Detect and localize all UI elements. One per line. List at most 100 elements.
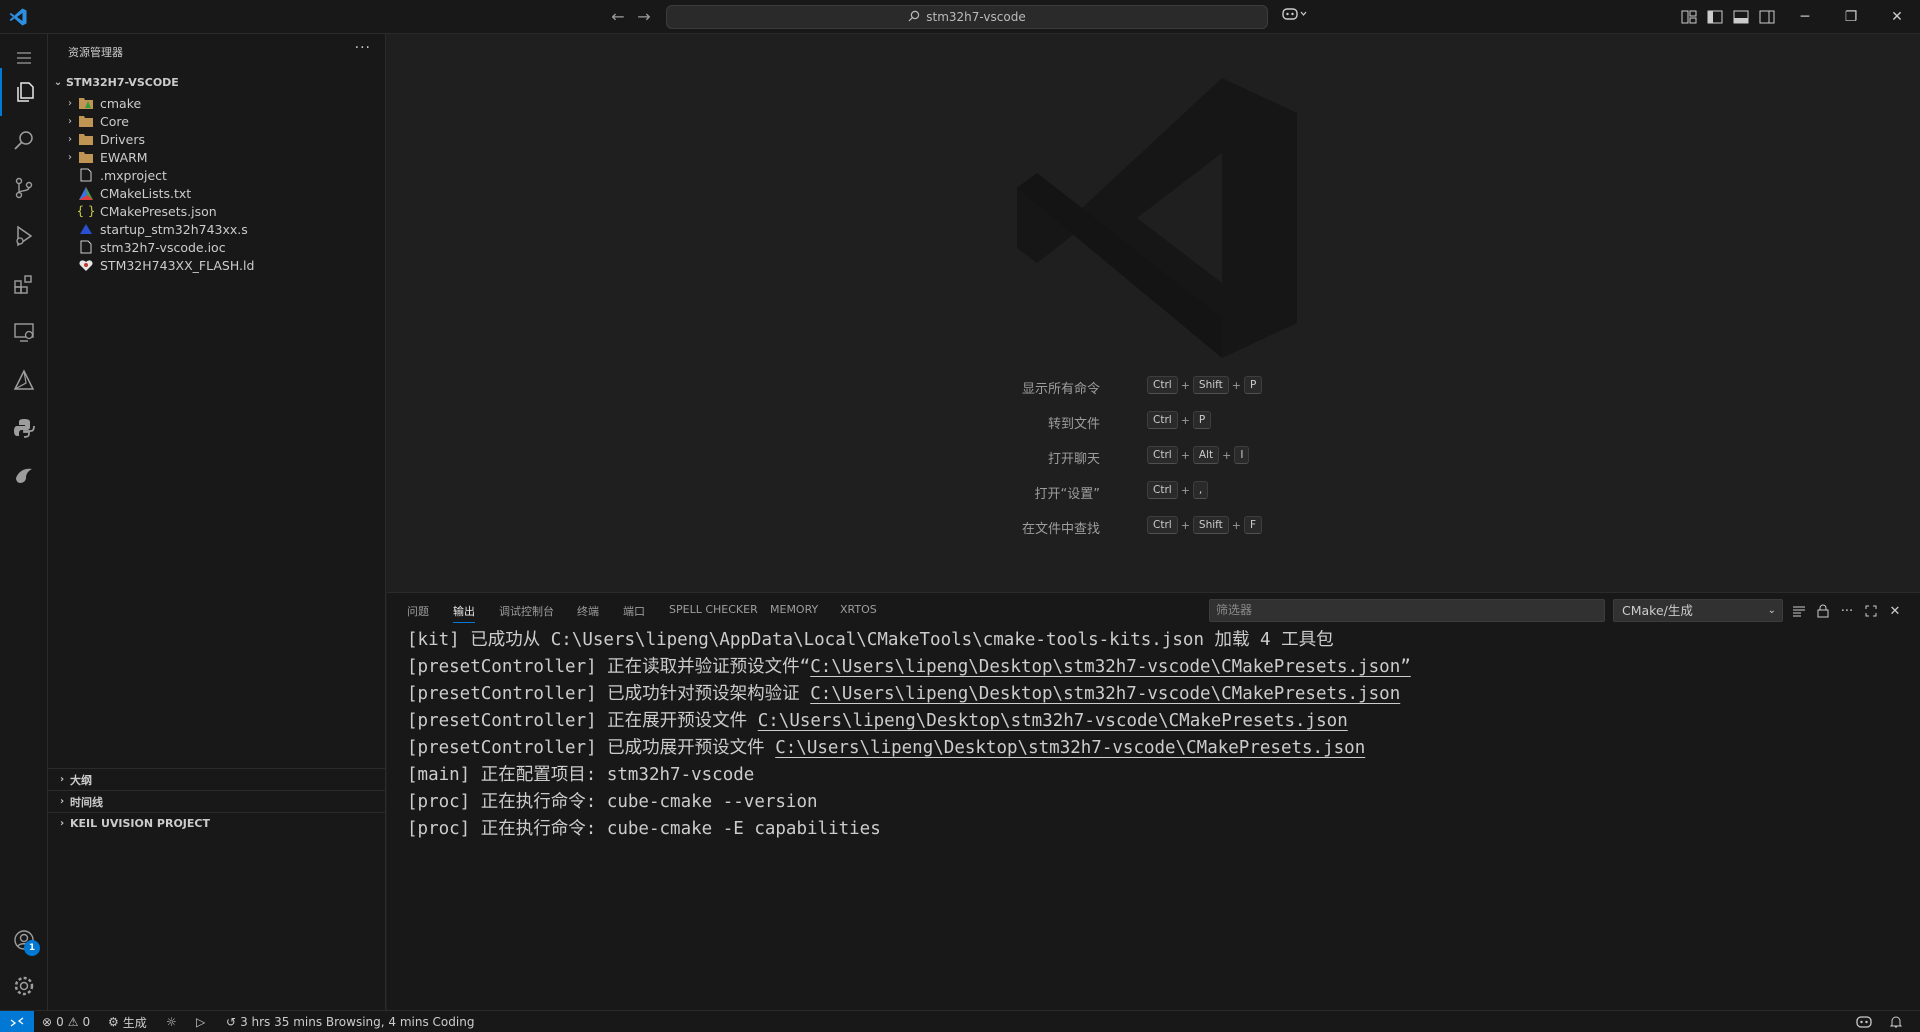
plus: + [1180,483,1190,497]
section-label: 时间线 [70,795,103,809]
command-center-search[interactable]: stm32h7-vscode [666,5,1268,29]
problems-status[interactable]: ⊗ 0 ⚠ 0 [42,1011,90,1032]
plus: + [1180,518,1190,532]
settings-gear-icon[interactable] [0,962,48,1010]
chevron-right-icon: › [68,115,72,127]
debug-button[interactable]: ☼ [166,1011,177,1032]
maximize-panel-icon[interactable] [1861,601,1881,621]
shortcut-open-chat[interactable]: 打开聊天 Ctrl + Alt + I [387,446,1920,468]
tab-problems[interactable]: 问题 [407,603,429,619]
workspace-root-label: STM32H7-VSCODE [66,75,179,89]
key: , [1192,481,1209,499]
output-scrollbar[interactable] [1910,627,1920,907]
toggle-panel-icon[interactable] [1730,6,1752,28]
explorer-icon[interactable] [0,68,48,116]
file-link[interactable]: C:\Users\lipeng\Desktop\stm32h7-vscode\C… [810,684,1400,704]
tree-file-linker[interactable]: STM32H743XX_FLASH.ld [48,254,386,276]
shortcut-go-to-file[interactable]: 转到文件 Ctrl + P [387,411,1920,433]
minimize-icon[interactable]: ─ [1782,0,1828,34]
copilot-status-icon[interactable] [1856,1011,1872,1032]
output-panel: 问题 输出 调试控制台 终端 端口 SPELL CHECKER MEMORY X… [387,592,1920,1010]
shortcut-show-commands[interactable]: 显示所有命令 Ctrl + Shift + P [387,376,1920,398]
search-view-icon[interactable] [0,116,48,164]
activity-bar: 1 [0,34,48,1010]
tab-xrtos[interactable]: XRTOS [840,603,877,616]
more-actions-icon[interactable]: ··· [355,40,371,56]
account-icon[interactable]: 1 [0,916,48,964]
key: P [1192,411,1212,429]
restore-icon[interactable]: ❐ [1828,0,1874,34]
output-line: [presetController] 正在展开预设文件 C:\Users\lip… [407,711,1348,731]
file-link[interactable]: C:\Users\lipeng\Desktop\stm32h7-vscode\C… [775,738,1365,758]
keil-section[interactable]: › KEIL UVISION PROJECT [48,812,386,834]
workspace-root[interactable]: ⌄ STM32H7-VSCODE [48,72,386,92]
file-icon [78,239,94,255]
tree-item-label: .mxproject [100,167,167,183]
search-icon [908,10,920,25]
tab-output[interactable]: 输出 [453,603,475,623]
remote-indicator-icon[interactable] [0,1011,34,1032]
shortcut-label: 在文件中查找 [1021,522,1100,537]
tree-item-label: STM32H743XX_FLASH.ld [100,257,255,273]
key: Shift [1192,516,1229,534]
output-channel-value: CMake/生成 [1622,603,1693,618]
python-icon[interactable] [0,404,48,452]
extensions-icon[interactable] [0,260,48,308]
timeline-section[interactable]: › 时间线 [48,790,386,812]
remote-explorer-icon[interactable] [0,308,48,356]
outline-section[interactable]: › 大纲 [48,768,386,790]
tab-memory[interactable]: MEMORY [770,603,818,616]
tab-terminal[interactable]: 终端 [577,603,599,619]
output-channel-select[interactable]: CMake/生成 ⌄ [1613,599,1783,622]
toggle-sidebar-icon[interactable] [1704,6,1726,28]
chevron-right-icon: › [59,774,65,785]
close-window-icon[interactable]: ✕ [1874,0,1920,34]
editor-area: 显示所有命令 Ctrl + Shift + P 转到文件 Ctrl + P 打开聊天 … [387,34,1920,592]
output-line: [proc] 正在执行命令: cube-cmake --version [407,792,818,812]
cmake-icon [78,185,94,201]
error-count: 0 [56,1015,64,1029]
wakatime-status[interactable]: ↺ 3 hrs 35 mins Browsing, 4 mins Coding [226,1011,474,1032]
copilot-icon[interactable] [1278,6,1312,28]
lock-icon[interactable] [1813,601,1833,621]
chevron-right-icon: › [68,133,72,145]
plus: + [1222,448,1232,462]
history-icon: ↺ [226,1015,237,1029]
more-actions-icon[interactable]: ··· [1837,601,1857,621]
vscode-logo-icon [8,7,28,27]
cmake-icon[interactable] [0,356,48,404]
run-debug-icon[interactable] [0,212,48,260]
clear-output-icon[interactable] [1789,601,1809,621]
tree-item-label: Drivers [100,131,145,147]
file-link[interactable]: C:\Users\lipeng\Desktop\stm32h7-vscode\C… [810,657,1411,677]
section-label: KEIL UVISION PROJECT [70,817,210,830]
customize-layout-icon[interactable] [1678,6,1700,28]
arrow-left-icon[interactable]: ← [607,6,629,28]
toggle-secondary-sidebar-icon[interactable] [1756,6,1778,28]
file-link[interactable]: C:\Users\lipeng\Desktop\stm32h7-vscode\C… [758,711,1348,731]
shortcut-label: 显示所有命令 [1021,382,1100,397]
tree-item-label: Core [100,113,129,129]
tab-debug-console[interactable]: 调试控制台 [499,603,554,619]
output-filter-input[interactable]: 筛选器 [1209,599,1605,622]
key: Shift [1192,376,1229,394]
tree-item-label: stm32h7-vscode.ioc [100,239,226,255]
shortcut-find-in-files[interactable]: 在文件中查找 Ctrl + Shift + F [387,516,1920,538]
tab-ports[interactable]: 端口 [623,603,645,619]
stm32-icon[interactable] [0,452,48,500]
notifications-bell-icon[interactable] [1890,1011,1902,1032]
shortcut-open-settings[interactable]: 打开“设置” Ctrl + , [387,481,1920,503]
cmake-folder-icon [78,95,94,111]
linker-icon [78,257,94,273]
tab-spell-checker[interactable]: SPELL CHECKER [669,603,758,616]
launch-button[interactable]: ▷ [196,1011,205,1032]
source-control-icon[interactable] [0,164,48,212]
chevron-right-icon: › [59,818,65,829]
arrow-right-icon[interactable]: → [633,6,655,28]
tree-item-label: CMakeLists.txt [100,185,192,201]
chevron-right-icon: › [68,151,72,163]
error-icon: ⊗ [42,1015,53,1029]
close-panel-icon[interactable]: ✕ [1885,601,1905,621]
build-button[interactable]: ⚙ 生成 [108,1011,147,1032]
assembly-icon [78,221,94,237]
